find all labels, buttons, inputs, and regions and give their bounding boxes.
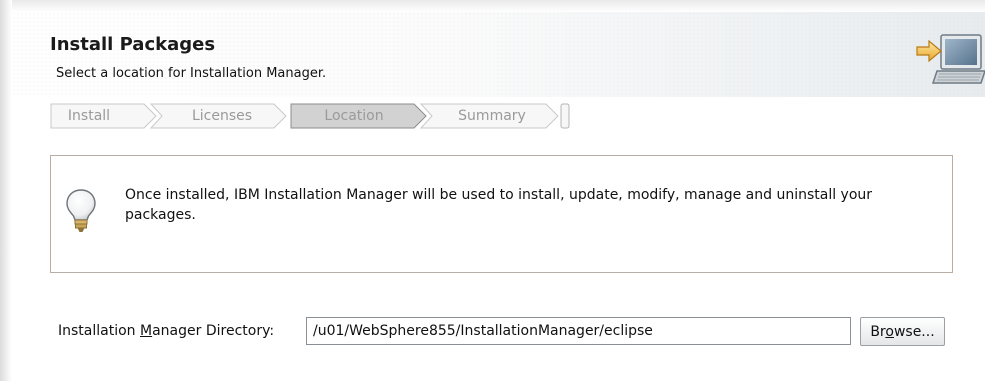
install-computer-icon: [916, 34, 985, 84]
directory-label-part: anager Directory:: [152, 323, 275, 339]
page-title: Install Packages: [50, 34, 216, 55]
page-subtitle: Select a location for Installation Manag…: [56, 66, 327, 81]
step-install[interactable]: Install: [50, 103, 157, 129]
step-end-cap: [560, 103, 570, 129]
step-summary[interactable]: Summary: [420, 103, 560, 129]
browse-label-mnemonic: o: [885, 323, 894, 340]
step-location-label: Location: [324, 108, 384, 124]
step-summary-label: Summary: [458, 108, 526, 124]
step-install-label: Install: [67, 108, 111, 124]
browse-button[interactable]: Browse...: [860, 317, 945, 346]
window-left-edge: [0, 0, 12, 381]
installation-directory-input[interactable]: [306, 317, 851, 345]
browse-label-part: Br: [870, 323, 886, 340]
browse-label-part: wse...: [893, 323, 935, 340]
lightbulb-icon: [66, 189, 96, 232]
header-banner: Install Packages Select a location for I…: [12, 12, 985, 97]
directory-label-part: Installation: [58, 323, 140, 339]
directory-label: Installation Manager Directory:: [58, 323, 274, 339]
window-top-edge: [0, 0, 985, 12]
info-message: Once installed, IBM Installation Manager…: [125, 187, 873, 223]
step-licenses-label: Licenses: [191, 108, 253, 124]
directory-label-mnemonic: M: [140, 323, 153, 339]
step-licenses[interactable]: Licenses: [150, 103, 287, 129]
info-panel: Once installed, IBM Installation Manager…: [50, 155, 953, 273]
step-location[interactable]: Location: [290, 103, 427, 129]
